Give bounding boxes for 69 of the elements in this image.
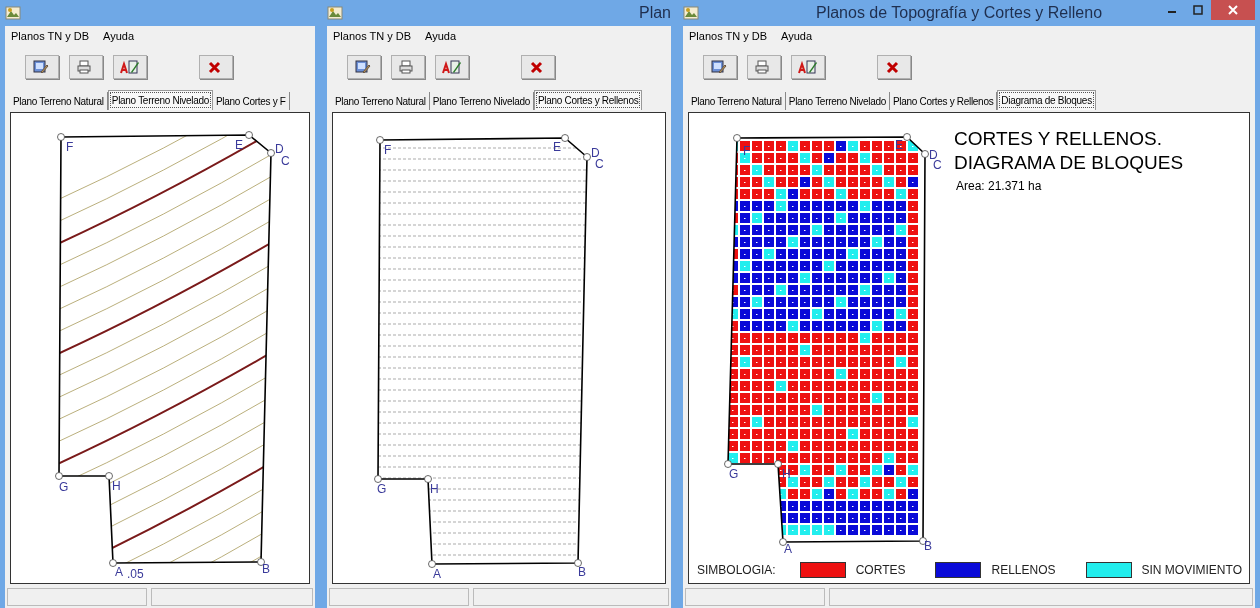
vertex-label: D	[275, 142, 284, 156]
diagram-heading: CORTES Y RELLENOS.	[954, 127, 1164, 151]
vertex-label: G	[59, 480, 69, 494]
vertex-label: G	[729, 467, 739, 481]
toolbar-button[interactable]	[791, 55, 825, 79]
toolbar-button[interactable]	[347, 55, 381, 79]
toolbar-button[interactable]	[435, 55, 469, 79]
diagram-heading: DIAGRAMA DE BLOQUES	[954, 151, 1184, 175]
vertex-label: B	[262, 562, 270, 576]
vertex-label: D	[591, 146, 600, 160]
legend-label: CORTES	[855, 562, 906, 579]
menu-item[interactable]: Planos TN y DB	[689, 27, 768, 45]
tab[interactable]: Plano Terreno Natural	[10, 92, 108, 110]
tab[interactable]: Diagrama de Bloques	[997, 90, 1096, 110]
tab[interactable]: Plano Cortes y F	[212, 92, 290, 110]
toolbar-button[interactable]	[199, 55, 233, 79]
menu-item[interactable]: Planos TN y DB	[11, 27, 90, 45]
toolbar-button[interactable]	[391, 55, 425, 79]
close-button[interactable]	[1211, 0, 1255, 20]
window-title: Plan	[637, 3, 671, 23]
vertex-label: A	[784, 542, 792, 556]
toolbar-button[interactable]	[521, 55, 555, 79]
contour-label: .05	[127, 567, 144, 581]
menu-item[interactable]: Ayuda	[103, 27, 135, 45]
vertex-label: H	[782, 467, 791, 481]
vertex-label: G	[377, 482, 387, 496]
menu-item[interactable]: Ayuda	[425, 27, 457, 45]
legend-label: SIN MOVIMIENTO	[1141, 562, 1242, 579]
text-pencil-icon	[442, 59, 462, 75]
app-icon	[5, 6, 21, 20]
area-text: Area: 21.371 ha	[956, 178, 1043, 195]
tab[interactable]: Plano Terreno Natural	[332, 92, 430, 110]
vertex-label: F	[384, 143, 392, 157]
tab[interactable]: Plano Terreno Nivelado	[429, 92, 534, 110]
toolbar-button[interactable]	[69, 55, 103, 79]
vertex-label: E	[235, 138, 243, 152]
app-icon	[683, 6, 699, 20]
vertex-label: B	[924, 539, 932, 553]
vertex-label: E	[553, 140, 561, 154]
legend-title: SIMBOLOGIA:	[697, 562, 776, 579]
vertex-label: C	[933, 158, 942, 172]
toolbar-button[interactable]	[877, 55, 911, 79]
tab[interactable]: Plano Cortes y Rellenos	[533, 90, 643, 110]
vertex-label: H	[430, 482, 439, 496]
window-title: Planos de Topografía y Cortes y Relleno	[814, 3, 1104, 23]
toolbar-button[interactable]	[25, 55, 59, 79]
text-pencil-icon	[120, 59, 140, 75]
vertex-label: B	[578, 565, 586, 579]
tab[interactable]: Plano Terreno Nivelado	[785, 92, 890, 110]
vertex-label: A	[115, 565, 123, 579]
vertex-label: C	[595, 157, 604, 171]
legend-label: RELLENOS	[991, 562, 1056, 579]
vertex-label: F	[743, 144, 751, 158]
vertex-label: E	[895, 138, 903, 152]
vertex-label: C	[281, 154, 290, 168]
menu-item[interactable]: Planos TN y DB	[333, 27, 412, 45]
vertex-label: A	[433, 567, 441, 581]
vertex-label: H	[112, 479, 121, 493]
tab[interactable]: Plano Terreno Nivelado	[107, 90, 213, 110]
maximize-icon	[1193, 5, 1203, 15]
toolbar-button[interactable]	[703, 55, 737, 79]
text-pencil-icon	[798, 59, 818, 75]
menu-item[interactable]: Ayuda	[781, 27, 813, 45]
toolbar-button[interactable]	[113, 55, 147, 79]
app-icon	[327, 6, 343, 20]
vertex-label: F	[66, 140, 74, 154]
toolbar-button[interactable]	[747, 55, 781, 79]
close-icon	[1228, 5, 1238, 15]
tab[interactable]: Plano Terreno Natural	[688, 92, 786, 110]
